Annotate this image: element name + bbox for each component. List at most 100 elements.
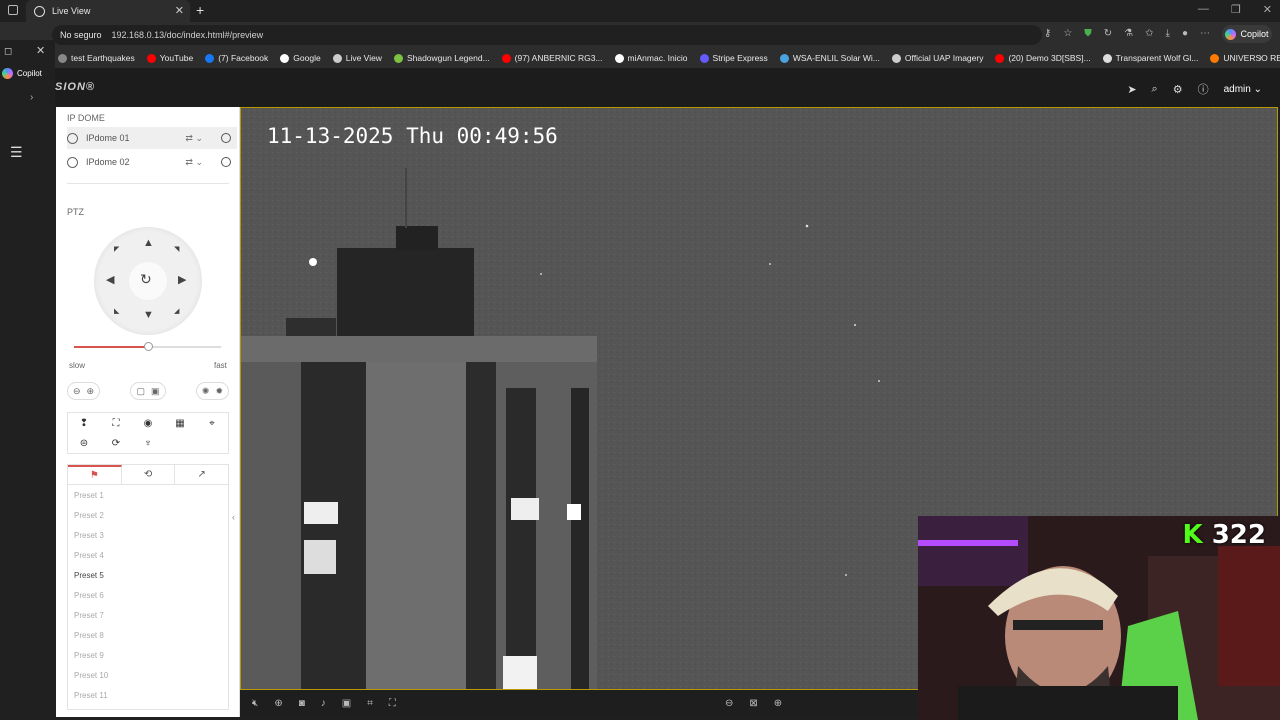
- ptz-down-icon[interactable]: ▼: [143, 309, 154, 321]
- preset-item[interactable]: Preset 3: [68, 525, 228, 545]
- key-icon[interactable]: ⚷: [1044, 28, 1051, 39]
- ptz-speed-slider[interactable]: [74, 342, 221, 351]
- microphone-icon[interactable]: ♪: [321, 698, 326, 709]
- ptz-down-left-icon[interactable]: ◣: [114, 307, 119, 315]
- browser-tab[interactable]: Live View ✕: [26, 0, 190, 22]
- record-icon[interactable]: [221, 133, 231, 143]
- fullscreen-icon[interactable]: ⊠: [749, 698, 757, 709]
- ptz-auto-button[interactable]: ↻: [129, 262, 167, 300]
- bookmark-item[interactable]: Shadowgun Legend...: [393, 53, 490, 63]
- maximize-icon[interactable]: ❐: [1231, 3, 1241, 16]
- previous-icon[interactable]: ⊖: [725, 698, 733, 709]
- collapse-panel-icon[interactable]: ‹: [232, 512, 235, 522]
- focus-area-icon[interactable]: ⛶: [113, 418, 120, 429]
- bookmark-item[interactable]: Transparent Wolf Gl...: [1102, 53, 1198, 63]
- favorite-star-icon[interactable]: ☆: [1063, 28, 1072, 39]
- copilot-sidebar-button[interactable]: Copilot: [2, 68, 42, 79]
- reset-icon[interactable]: ⟳: [112, 438, 120, 449]
- mute-icon[interactable]: 🔇︎: [252, 698, 258, 709]
- auto-track-icon[interactable]: ⌖: [209, 418, 215, 429]
- bookmark-item[interactable]: Google: [280, 53, 321, 63]
- refresh-extension-icon[interactable]: ↻: [1104, 28, 1112, 39]
- preset-item[interactable]: Preset 1: [68, 485, 228, 505]
- iris-close-icon[interactable]: ✹: [215, 386, 223, 397]
- ptz-up-icon[interactable]: ▲: [143, 237, 154, 249]
- antenna-icon[interactable]: ♆: [144, 438, 152, 449]
- bookmark-item[interactable]: (97) ANBERNIC RG3...: [501, 53, 603, 63]
- more-menu-icon[interactable]: ⋯: [1200, 28, 1210, 39]
- ptz-left-icon[interactable]: ◀: [106, 273, 114, 286]
- bookmark-item[interactable]: Official UAP Imagery: [891, 53, 983, 63]
- preset-item[interactable]: Preset 4: [68, 545, 228, 565]
- camera-item[interactable]: IPdome 01 ⇄ ⌄: [67, 127, 237, 149]
- bookmark-item[interactable]: miAnmac. Inicio: [614, 53, 688, 63]
- record-clip-icon[interactable]: ▣: [342, 698, 351, 709]
- tab-actions-icon[interactable]: [8, 5, 18, 15]
- ptz-up-right-icon[interactable]: ◥: [174, 245, 179, 253]
- ptz-up-left-icon[interactable]: ◤: [114, 245, 119, 253]
- new-tab-icon[interactable]: +: [196, 2, 204, 18]
- profile-avatar[interactable]: ●: [1182, 28, 1188, 39]
- region-exposure-icon[interactable]: ⛶: [389, 698, 396, 709]
- bookmark-item[interactable]: UNIVERSO RETRO...: [1210, 53, 1280, 63]
- bookmark-item[interactable]: Stripe Express: [699, 53, 768, 63]
- sidebar-window-icon[interactable]: ◻: [4, 46, 12, 57]
- zoom-search-icon[interactable]: ⊜: [80, 438, 88, 449]
- camera-item[interactable]: IPdome 02 ⇄ ⌄: [67, 151, 237, 173]
- shield-icon[interactable]: ⛊: [1084, 28, 1092, 39]
- zoom-out-icon[interactable]: ⊖: [73, 386, 81, 397]
- tab-pattern[interactable]: ↗: [175, 465, 228, 484]
- preset-item[interactable]: Preset 8: [68, 625, 228, 645]
- favorites-icon[interactable]: ✩: [1145, 28, 1153, 39]
- bookmark-item[interactable]: test Earthquakes: [58, 53, 135, 63]
- settings-sliders-icon[interactable]: ☰: [10, 144, 26, 160]
- bookmark-item[interactable]: (20) Demo 3D[SBS]...: [995, 53, 1091, 63]
- next-icon[interactable]: ⊕: [774, 698, 782, 709]
- preset-item[interactable]: Preset 6: [68, 585, 228, 605]
- preset-item[interactable]: Preset 7: [68, 605, 228, 625]
- settings-icon[interactable]: ⚙: [1173, 83, 1183, 96]
- preset-item[interactable]: Preset 5: [68, 565, 228, 585]
- expand-chevron-icon[interactable]: ›: [30, 92, 33, 103]
- send-icon[interactable]: ➤: [1127, 83, 1136, 96]
- preset-item[interactable]: Preset 10: [68, 665, 228, 685]
- url-text[interactable]: 192.168.0.13/doc/index.html#/preview: [112, 30, 264, 40]
- bookmark-item[interactable]: Live View: [332, 53, 382, 63]
- close-tab-icon[interactable]: ✕: [175, 4, 184, 17]
- copilot-button[interactable]: Copilot: [1222, 25, 1272, 43]
- light-icon[interactable]: ❢: [80, 418, 88, 429]
- preset-item[interactable]: Preset 11: [68, 685, 228, 705]
- focus-near-icon[interactable]: ▢: [136, 386, 145, 397]
- ptz-down-right-icon[interactable]: ◢: [174, 307, 179, 315]
- close-window-icon[interactable]: ✕: [1263, 3, 1272, 16]
- speed-knob[interactable]: [143, 342, 153, 351]
- bookmarks-more-icon[interactable]: ›: [1259, 52, 1262, 63]
- bookmark-item[interactable]: WSA-ENLIL Solar Wi...: [779, 53, 880, 63]
- wiper-icon[interactable]: ◉: [144, 418, 153, 429]
- digital-zoom-icon[interactable]: ⊕: [274, 698, 282, 709]
- security-warning[interactable]: No seguro: [60, 30, 102, 40]
- search-icon[interactable]: ⌕: [1152, 83, 1158, 96]
- extensions-icon[interactable]: ⚗: [1124, 28, 1133, 39]
- preset-item[interactable]: Preset 2: [68, 505, 228, 525]
- downloads-icon[interactable]: ⤓: [1166, 28, 1170, 39]
- focus-far-icon[interactable]: ▣: [151, 386, 160, 397]
- record-icon[interactable]: [221, 157, 231, 167]
- capture-icon[interactable]: ◙: [299, 698, 305, 709]
- info-icon[interactable]: ⓘ: [1198, 81, 1209, 97]
- sidebar-close-icon[interactable]: ✕: [36, 44, 45, 57]
- bookmark-item[interactable]: (7) Facebook: [205, 53, 268, 63]
- iris-open-icon[interactable]: ✺: [202, 386, 210, 397]
- preset-item[interactable]: Preset 9: [68, 645, 228, 665]
- minimize-icon[interactable]: —: [1198, 3, 1209, 16]
- ptz-right-icon[interactable]: ▶: [178, 273, 186, 286]
- bookmark-item[interactable]: YouTube: [146, 53, 193, 63]
- stream-select-icon[interactable]: ⇄ ⌄: [185, 133, 203, 144]
- grid-icon[interactable]: ▦: [175, 418, 184, 429]
- tab-presets[interactable]: ⚑: [68, 465, 122, 484]
- stream-select-icon[interactable]: ⇄ ⌄: [185, 157, 203, 168]
- admin-menu[interactable]: admin ⌄: [1224, 84, 1262, 95]
- zoom-in-icon[interactable]: ⊕: [87, 386, 95, 397]
- region-focus-icon[interactable]: ⌗: [367, 698, 373, 709]
- tab-patrol[interactable]: ⟲: [122, 465, 176, 484]
